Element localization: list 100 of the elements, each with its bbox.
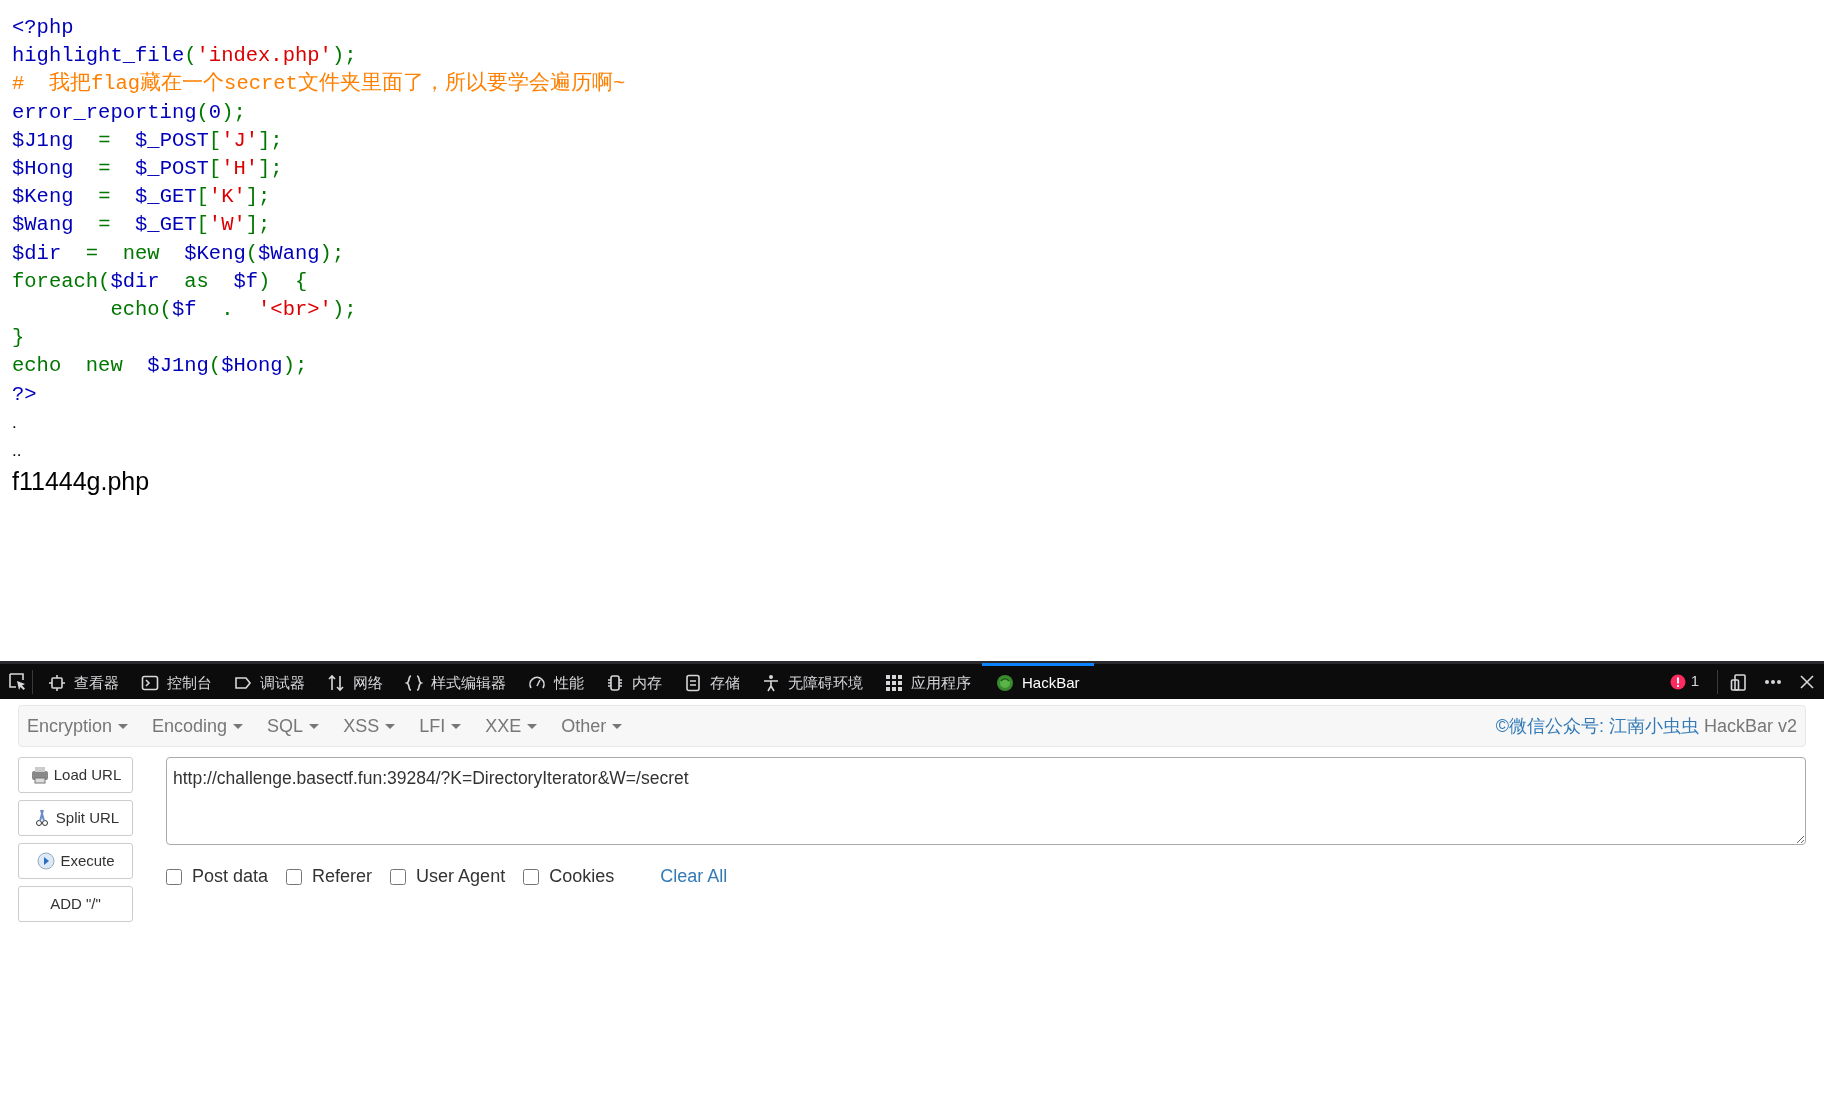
code-token: $Hong xyxy=(12,156,75,182)
code-token: $Hong xyxy=(221,353,283,380)
checkbox[interactable] xyxy=(166,868,182,885)
output-line: f11444g.php xyxy=(12,466,150,495)
code-token: = xyxy=(98,212,112,239)
menu-dropdown[interactable]: Encryption xyxy=(27,712,143,740)
code-token: ); xyxy=(331,297,357,324)
checkbox[interactable] xyxy=(286,868,303,885)
play-icon xyxy=(36,851,57,871)
devtools-tab[interactable]: 无障碍环境 xyxy=(751,662,874,701)
code-token: ) { xyxy=(258,268,308,295)
person-icon xyxy=(762,674,780,692)
devtools-tab[interactable]: 查看器 xyxy=(37,662,130,701)
output-line: . xyxy=(12,412,17,432)
tag-icon xyxy=(234,674,252,692)
menu-dropdown[interactable]: Other xyxy=(561,712,637,740)
ball-icon xyxy=(996,674,1014,692)
devtools-tab[interactable]: 样式编辑器 xyxy=(394,662,517,701)
close-icon[interactable] xyxy=(1798,672,1816,691)
code-token: } xyxy=(12,325,25,352)
code-token: 0 xyxy=(208,99,222,126)
checkbox-label: Post data xyxy=(192,865,269,888)
code-token: $f xyxy=(171,297,198,324)
code-token: 'H' xyxy=(221,156,259,182)
hackbar-button[interactable]: Execute xyxy=(18,843,133,879)
code-token: highlight_file xyxy=(12,43,185,70)
hackbar-button[interactable]: ADD "/" xyxy=(18,886,133,922)
devtools-tab[interactable]: 网络 xyxy=(316,662,394,701)
code-token: ); xyxy=(221,99,246,126)
code-token: 'W' xyxy=(208,212,246,239)
output-line: .. xyxy=(12,440,22,460)
code-token: 'K' xyxy=(208,184,246,211)
console-icon xyxy=(141,674,159,692)
devtools-tab[interactable]: 调试器 xyxy=(223,662,316,701)
devtools-tab[interactable]: 应用程序 xyxy=(874,662,982,701)
code-token: $Keng xyxy=(184,240,246,267)
code-token: ); xyxy=(331,43,357,70)
code-token: ( xyxy=(245,240,259,267)
code-token: [ xyxy=(196,212,209,239)
code-token: error_reporting xyxy=(12,99,197,126)
code-token: ); xyxy=(319,240,345,267)
code-token: [ xyxy=(196,184,209,211)
code-token: $_GET xyxy=(135,184,197,211)
code-token: ]; xyxy=(245,212,271,239)
checkbox[interactable] xyxy=(523,868,540,885)
code-token: $Wang xyxy=(258,240,320,267)
code-token: = xyxy=(98,127,112,154)
braces-icon xyxy=(405,674,423,692)
error-count: 1 xyxy=(1690,671,1699,692)
code-token: [ xyxy=(208,156,222,182)
hackbar-button[interactable]: Load URL xyxy=(18,757,133,793)
devtools-tab[interactable]: HackBar xyxy=(982,662,1094,701)
code-token: <?php xyxy=(12,15,74,41)
checkbox[interactable] xyxy=(390,868,407,885)
hackbar-button[interactable]: Split URL xyxy=(18,800,133,836)
menu-dropdown[interactable]: LFI xyxy=(419,712,476,740)
code-token: # 我把flag藏在一个secret文件夹里面了，所以要学会遍历啊~ xyxy=(12,70,626,98)
code-token: 'index.php' xyxy=(196,43,332,70)
code-token: as xyxy=(184,268,210,295)
credit-text: HackBar v2 xyxy=(1703,714,1797,738)
grid-icon xyxy=(885,674,903,692)
code-token: $Keng xyxy=(12,184,75,211)
menu-dropdown[interactable]: Encoding xyxy=(152,712,258,740)
code-token: ( xyxy=(184,43,197,70)
code-token: ?> xyxy=(12,381,37,408)
code-token: = xyxy=(98,156,112,182)
checkbox-label: User Agent xyxy=(416,865,506,888)
responsive-design-icon[interactable] xyxy=(1730,672,1748,691)
code-token: ]; xyxy=(258,156,283,182)
code-token: 'J' xyxy=(221,127,259,154)
devtools-tab[interactable]: 内存 xyxy=(595,662,673,701)
element-picker-icon xyxy=(8,671,28,692)
up-down-arrows-icon xyxy=(327,674,345,692)
code-token: ); xyxy=(282,353,308,380)
code-token: . xyxy=(221,297,235,324)
credit-link[interactable]: ©微信公众号: 江南小虫虫 xyxy=(1495,712,1699,740)
url-field[interactable]: http://challenge.basectf.fun:39284/?K=DirectoryIterator&W=/secret xyxy=(166,757,1806,845)
code-token: ( xyxy=(196,99,209,126)
menu-dropdown[interactable]: XXE xyxy=(485,712,552,740)
code-token: $dir xyxy=(12,240,63,267)
printer-icon xyxy=(29,765,50,785)
code-token: = xyxy=(98,184,112,211)
storage-icon xyxy=(684,674,702,692)
devtools-tab[interactable]: 存储 xyxy=(673,662,751,701)
error-icon xyxy=(1669,673,1686,690)
devtools-tab[interactable]: 控制台 xyxy=(130,662,223,701)
memory-chip-icon xyxy=(606,674,624,692)
checkbox-label: Cookies xyxy=(549,865,615,888)
code-token: $Wang xyxy=(12,212,75,239)
menu-dropdown[interactable]: XSS xyxy=(343,712,410,740)
code-token: [ xyxy=(208,127,222,154)
code-token: ]; xyxy=(258,127,283,154)
devtools-tab[interactable]: 性能 xyxy=(517,662,595,701)
code-token: $dir xyxy=(110,268,161,295)
code-token: $_GET xyxy=(135,212,197,239)
menu-dropdown[interactable]: SQL xyxy=(267,712,334,740)
clear-all-link[interactable]: Clear All xyxy=(660,863,728,890)
code-token: ]; xyxy=(245,184,271,211)
code-token: echo new xyxy=(12,353,124,380)
code-token: echo( xyxy=(109,297,172,324)
